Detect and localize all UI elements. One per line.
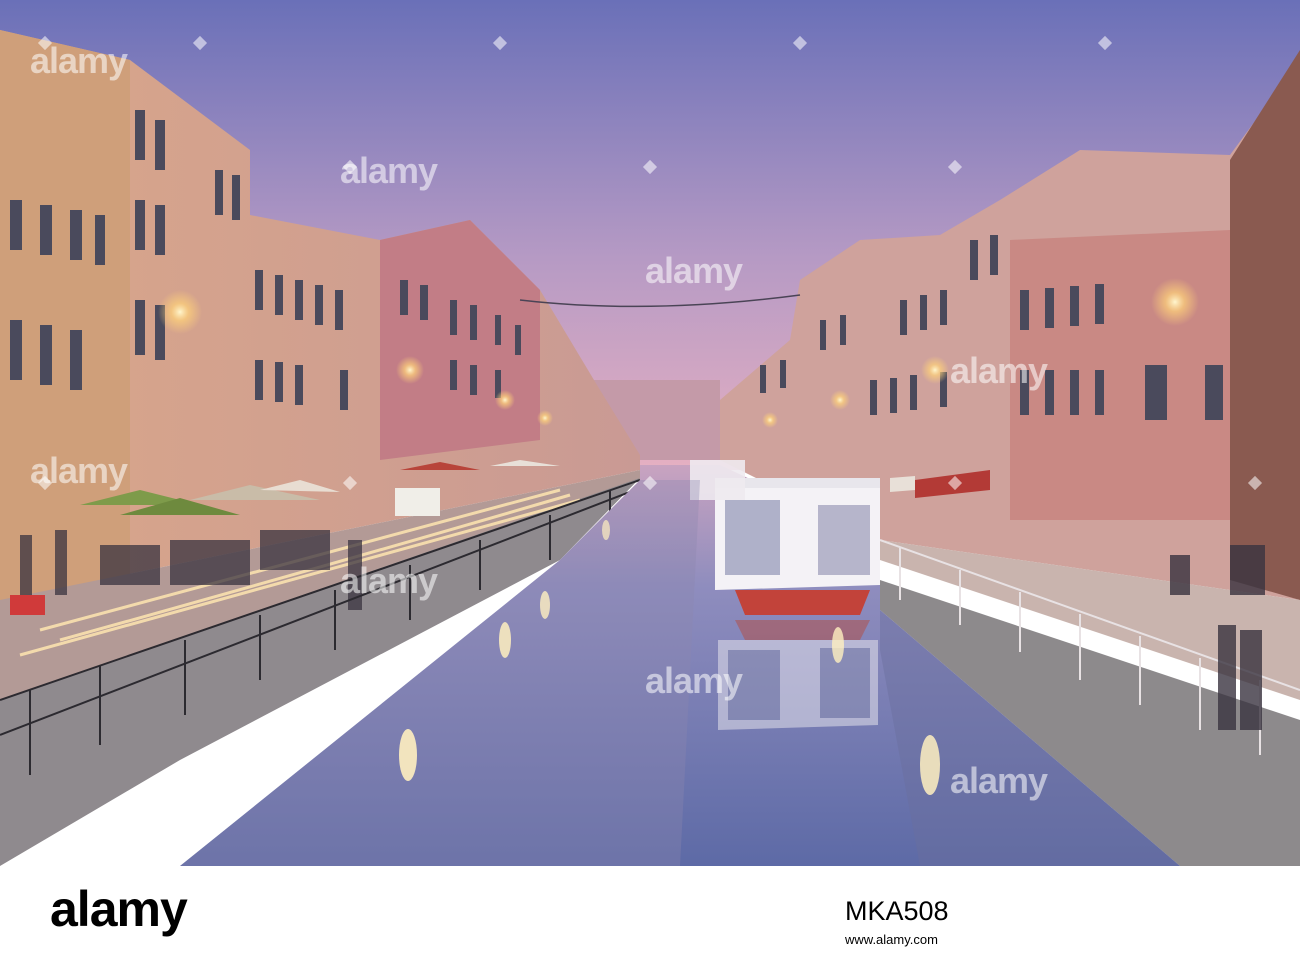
watermark: alamy bbox=[645, 250, 743, 291]
watermark: alamy bbox=[645, 660, 743, 701]
watermark: alamy bbox=[340, 150, 438, 191]
footer-bar: alamy bbox=[0, 866, 1300, 956]
image-id: MKA508 bbox=[845, 896, 949, 926]
left-building-front bbox=[0, 30, 130, 600]
site-url: www.alamy.com bbox=[845, 932, 938, 947]
watermark: alamy bbox=[340, 560, 438, 601]
white-van bbox=[395, 488, 440, 516]
scooter bbox=[10, 595, 45, 615]
watermark: alamy bbox=[950, 350, 1048, 391]
canal-photo: alamy alamy alamy alamy alamy alamy alam… bbox=[0, 0, 1300, 866]
alamy-logo: alamy bbox=[50, 881, 188, 937]
watermark: alamy bbox=[950, 760, 1048, 801]
